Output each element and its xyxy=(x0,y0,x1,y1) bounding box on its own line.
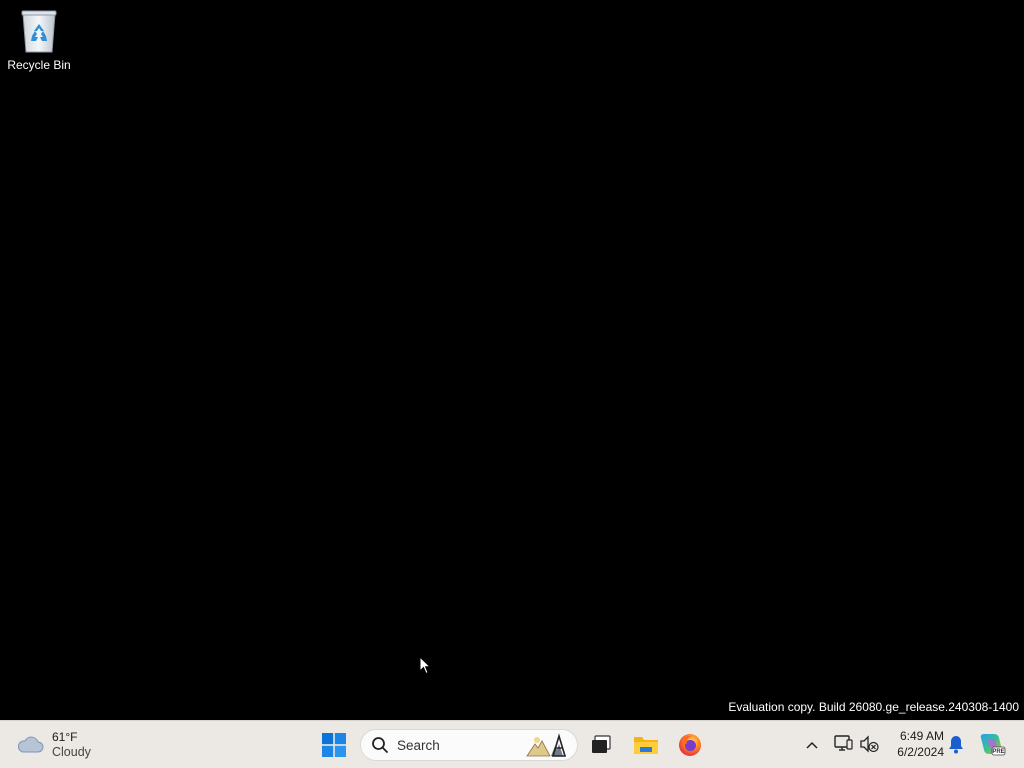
clock-time: 6:49 AM xyxy=(899,729,944,743)
volume-muted-icon[interactable] xyxy=(858,733,880,755)
network-icon[interactable] xyxy=(832,733,854,755)
chevron-up-icon xyxy=(806,741,818,749)
desktop[interactable]: Recycle Bin Evaluation copy. Build 26080… xyxy=(0,0,1024,720)
task-view-icon xyxy=(592,735,611,753)
start-button[interactable] xyxy=(316,727,352,763)
recycle-bin-shortcut[interactable]: Recycle Bin xyxy=(4,8,74,72)
weather-condition: Cloudy xyxy=(52,745,91,759)
firefox-icon xyxy=(679,734,701,756)
evaluation-watermark: Evaluation copy. Build 26080.ge_release.… xyxy=(728,700,1019,714)
folder-icon xyxy=(634,737,658,754)
weather-temperature: 61°F xyxy=(52,730,78,744)
cloud-icon xyxy=(17,736,44,753)
svg-text:PRE: PRE xyxy=(992,749,1004,755)
clock-date: 6/2/2024 xyxy=(897,745,944,759)
recycle-bin-label: Recycle Bin xyxy=(7,58,71,72)
search-placeholder: Search xyxy=(397,737,440,753)
show-hidden-icons-button[interactable] xyxy=(800,733,824,757)
search-box[interactable]: Search xyxy=(360,729,578,761)
system-clock[interactable]: 6:49 AM 6/2/2024 xyxy=(884,728,944,760)
search-icon xyxy=(372,737,388,753)
copilot-icon[interactable]: PRE xyxy=(978,730,1006,758)
notification-bell-icon[interactable] xyxy=(947,734,965,754)
recycle-bin-icon xyxy=(19,8,59,54)
search-highlight-icon xyxy=(526,733,567,757)
taskbar: 61°F Cloudy Search 6:49 AM 6/2/2024 PRE xyxy=(0,720,1024,768)
weather-widget[interactable]: 61°F Cloudy xyxy=(16,727,91,763)
firefox-button[interactable] xyxy=(672,727,708,763)
file-explorer-button[interactable] xyxy=(628,727,664,763)
windows-start-icon xyxy=(322,733,346,757)
mouse-pointer-icon xyxy=(419,656,431,675)
task-view-button[interactable] xyxy=(583,727,619,763)
